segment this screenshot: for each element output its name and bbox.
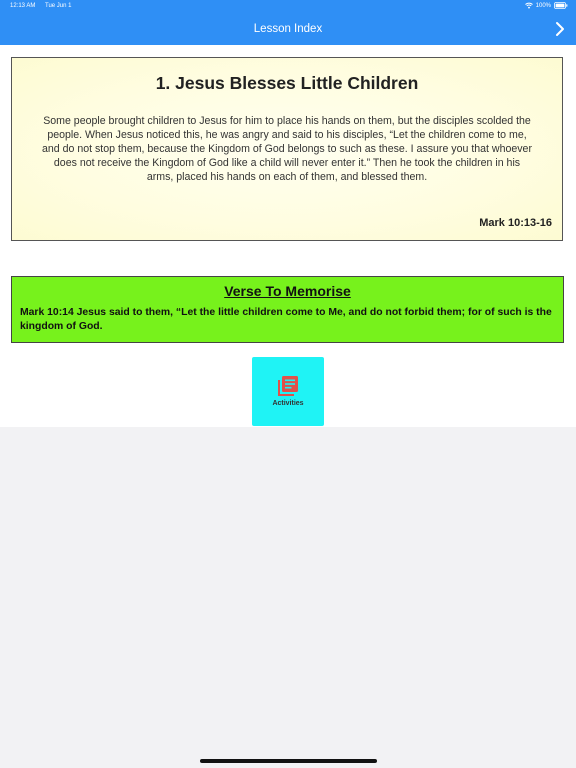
navigation-bar: Lesson Index [0, 14, 576, 45]
status-bar: 12:13 AM Tue Jun 1 100% [0, 0, 576, 14]
activities-button[interactable]: Activities [252, 357, 324, 426]
verse-title: Verse To Memorise [224, 283, 351, 299]
verse-card: Verse To Memorise Mark 10:14 Jesus said … [11, 276, 564, 343]
lesson-reference: Mark 10:13-16 [479, 217, 552, 229]
chevron-right-icon[interactable] [553, 21, 567, 37]
verse-text: Mark 10:14 Jesus said to them, “Let the … [20, 307, 552, 332]
battery-icon [554, 2, 568, 9]
activities-label: Activities [272, 400, 304, 407]
library-books-icon [277, 375, 299, 397]
lesson-title: 1. Jesus Blesses Little Children [155, 73, 419, 93]
status-date: Tue Jun 1 [45, 3, 72, 9]
wifi-icon [524, 2, 533, 9]
status-time: 12:13 AM [10, 3, 36, 9]
lesson-card: 1. Jesus Blesses Little Children Some pe… [11, 57, 563, 241]
home-indicator[interactable] [200, 759, 377, 763]
status-indicators: 100% [524, 2, 568, 9]
lesson-content: 1. Jesus Blesses Little Children Some pe… [0, 45, 576, 427]
lesson-text: Some people brought children to Jesus fo… [42, 115, 532, 183]
nav-title: Lesson Index [253, 23, 323, 35]
battery-percent: 100% [535, 2, 551, 9]
